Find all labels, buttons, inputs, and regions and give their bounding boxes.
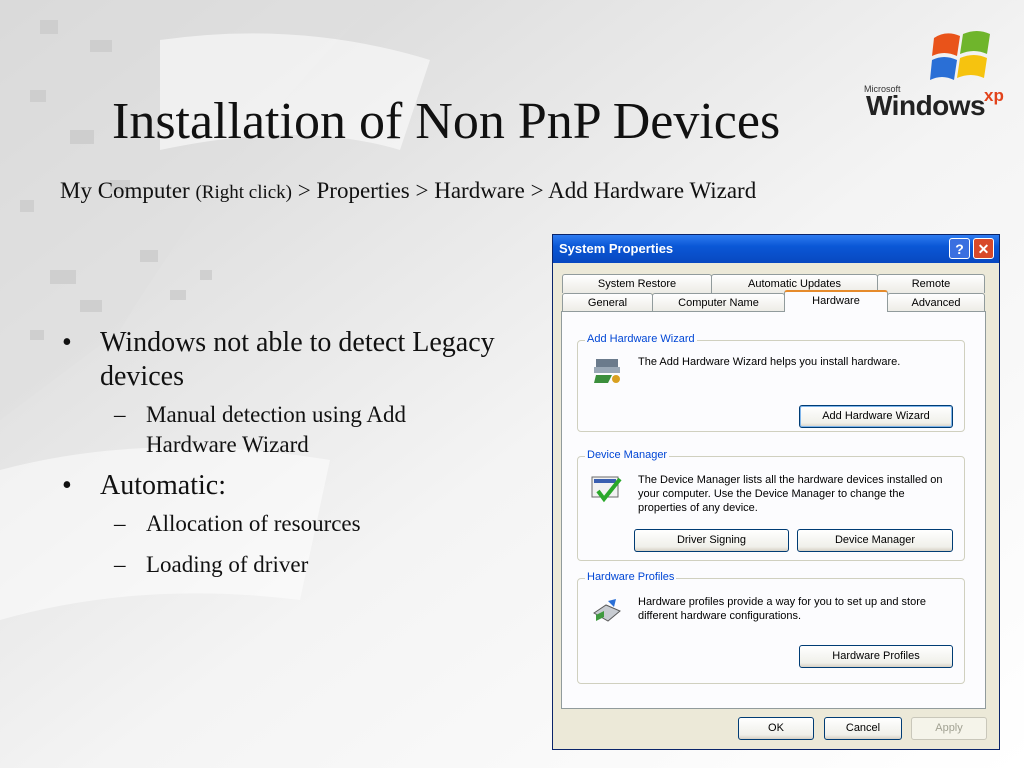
driver-signing-button[interactable]: Driver Signing bbox=[634, 529, 789, 552]
device-manager-group: Device Manager The Device Manager lists … bbox=[577, 449, 965, 561]
apply-button[interactable]: Apply bbox=[911, 717, 987, 740]
hardware-tab-panel: Add Hardware Wizard The Add Hardware Wiz… bbox=[561, 311, 986, 709]
group-description: Hardware profiles provide a way for you … bbox=[638, 596, 926, 622]
tab-general[interactable]: General bbox=[562, 293, 653, 312]
group-legend: Hardware Profiles bbox=[585, 571, 677, 583]
hardware-profiles-icon bbox=[593, 599, 621, 622]
dialog-title: System Properties bbox=[559, 241, 674, 256]
bullet-item: • Windows not able to detect Legacy devic… bbox=[62, 327, 495, 392]
bullet-dot: • bbox=[62, 470, 72, 501]
bullet-dot: • bbox=[62, 327, 72, 358]
group-legend: Add Hardware Wizard bbox=[585, 333, 697, 345]
path-my-computer: My Computer bbox=[60, 178, 190, 203]
cancel-button[interactable]: Cancel bbox=[824, 717, 902, 740]
tab-remote[interactable]: Remote bbox=[877, 274, 985, 293]
windows-xp-logo: Microsoft Windows xp bbox=[860, 28, 1020, 128]
bullet-dash: – bbox=[114, 552, 126, 577]
tab-advanced[interactable]: Advanced bbox=[887, 293, 985, 312]
hardware-profiles-button[interactable]: Hardware Profiles bbox=[799, 645, 953, 668]
device-manager-icon bbox=[591, 476, 622, 503]
sub-bullet-item: – Allocation of resources bbox=[62, 509, 502, 539]
help-button[interactable]: ? bbox=[949, 238, 970, 259]
group-legend: Device Manager bbox=[585, 449, 670, 461]
tab-computer-name[interactable]: Computer Name bbox=[652, 293, 785, 312]
path-rest: > Properties > Hardware > Add Hardware W… bbox=[297, 178, 757, 203]
device-manager-button[interactable]: Device Manager bbox=[797, 529, 953, 552]
sub-bullet-item: – Manual detection using Add Hardware Wiz… bbox=[114, 402, 406, 457]
group-description: The Device Manager lists all the hardwar… bbox=[638, 474, 943, 514]
add-hardware-icon bbox=[594, 359, 620, 383]
logo-windows: Windows bbox=[866, 90, 986, 121]
path-right-click: (Right click) bbox=[195, 182, 293, 203]
navigation-path: My Computer (Right click) > Properties >… bbox=[60, 178, 756, 204]
add-hardware-group: Add Hardware Wizard The Add Hardware Wiz… bbox=[577, 333, 965, 432]
slide-title: Installation of Non PnP Devices bbox=[112, 93, 781, 150]
bullet-dash: – bbox=[114, 511, 126, 536]
add-hardware-wizard-button[interactable]: Add Hardware Wizard bbox=[799, 405, 953, 428]
system-properties-dialog: System Properties ? ✕ System Restore Aut… bbox=[552, 234, 1000, 750]
bullet-item: • Automatic: bbox=[62, 470, 226, 501]
hardware-profiles-group: Hardware Profiles Hardware profiles prov… bbox=[577, 571, 965, 684]
bullet-dash: – bbox=[114, 402, 126, 427]
ok-button[interactable]: OK bbox=[738, 717, 814, 740]
tab-system-restore[interactable]: System Restore bbox=[562, 274, 712, 293]
bullet-list: • Windows not able to detect Legacy devic… bbox=[62, 326, 502, 589]
close-button[interactable]: ✕ bbox=[973, 238, 994, 259]
tab-hardware[interactable]: Hardware bbox=[784, 290, 888, 312]
sub-bullet-item: – Loading of driver bbox=[62, 550, 502, 580]
group-description: The Add Hardware Wizard helps you instal… bbox=[638, 356, 901, 368]
dialog-titlebar[interactable]: System Properties ? ✕ bbox=[553, 235, 999, 263]
windows-flag-icon bbox=[930, 31, 990, 80]
logo-xp: xp bbox=[984, 86, 1004, 105]
